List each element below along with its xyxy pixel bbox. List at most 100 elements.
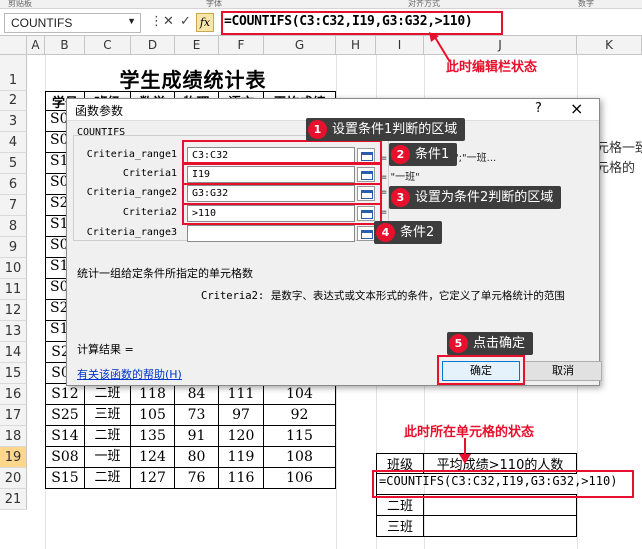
- table-cell[interactable]: 127: [131, 468, 175, 489]
- row-header-18[interactable]: 18: [0, 426, 27, 447]
- table-cell[interactable]: 135: [131, 426, 175, 447]
- table-cell[interactable]: S25: [45, 405, 85, 426]
- callout-5-text: 点击确定: [473, 336, 526, 351]
- row-header-12[interactable]: 12: [0, 300, 27, 321]
- row-header-17[interactable]: 17: [0, 405, 27, 426]
- row-header-6[interactable]: 6: [0, 174, 27, 195]
- table-cell[interactable]: 106: [264, 468, 336, 489]
- row-header-9[interactable]: 9: [0, 237, 27, 258]
- col-header-i[interactable]: I: [376, 36, 424, 55]
- range-select-icon[interactable]: [357, 226, 375, 241]
- callout-4-text: 条件2: [400, 225, 435, 240]
- arg-input[interactable]: [187, 225, 355, 242]
- table-cell[interactable]: 111: [219, 384, 264, 405]
- table-cell[interactable]: 108: [264, 447, 336, 468]
- col-header-e[interactable]: E: [175, 36, 219, 55]
- table-cell[interactable]: 二班: [85, 468, 131, 489]
- row-header-19[interactable]: 19: [0, 447, 27, 468]
- col-header-a[interactable]: A: [27, 36, 45, 55]
- callout-5: 5 点击确定: [447, 332, 534, 355]
- table-cell[interactable]: 115: [264, 426, 336, 447]
- arg-label: Criteria_range1: [86, 149, 177, 160]
- partial-note-line1: 元格一致: [596, 141, 642, 156]
- row-header-14[interactable]: 14: [0, 342, 27, 363]
- table-cell[interactable]: S15: [45, 468, 85, 489]
- table-cell[interactable]: 一班: [85, 447, 131, 468]
- arg-label: Criteria_range3: [86, 227, 177, 238]
- row-header-7[interactable]: 7: [0, 195, 27, 216]
- help-icon[interactable]: ?: [535, 101, 542, 116]
- formula-highlight-box: [221, 11, 503, 35]
- callout-4: 4 条件2: [374, 221, 443, 244]
- table-cell[interactable]: 92: [264, 405, 336, 426]
- table-cell[interactable]: 120: [219, 426, 264, 447]
- table-cell[interactable]: 119: [219, 447, 264, 468]
- more-icon: ⋮: [150, 14, 163, 29]
- col-header-g[interactable]: G: [264, 36, 336, 55]
- function-description: 统计一组给定条件所指定的单元格数: [77, 267, 253, 280]
- table-cell[interactable]: 118: [131, 384, 175, 405]
- summary-class-2[interactable]: 二班: [376, 495, 424, 516]
- row-header-10[interactable]: 10: [0, 258, 27, 279]
- table-cell[interactable]: 二班: [85, 426, 131, 447]
- ribbon-number-label: 数字: [578, 0, 594, 8]
- cancel-button[interactable]: 取消: [524, 361, 602, 381]
- callout-2-text: 条件1: [415, 147, 450, 162]
- table-cell[interactable]: 124: [131, 447, 175, 468]
- row-header-3[interactable]: 3: [0, 111, 27, 132]
- callout-1: 1 设置条件1判断的区域: [306, 118, 466, 141]
- col-header-f[interactable]: F: [219, 36, 264, 55]
- chevron-down-icon[interactable]: ▼: [127, 16, 136, 26]
- param-text: 是数字、表达式或文本形式的条件，它定义了单元格统计的范围: [270, 290, 565, 302]
- table-cell[interactable]: 84: [175, 384, 219, 405]
- col-header-b[interactable]: B: [45, 36, 85, 55]
- arg-label: Criteria1: [122, 168, 177, 179]
- table-cell[interactable]: 104: [264, 384, 336, 405]
- name-box[interactable]: COUNTIFS ▼: [4, 13, 141, 33]
- table-cell[interactable]: 76: [175, 468, 219, 489]
- row-header-4[interactable]: 4: [0, 132, 27, 153]
- table-cell[interactable]: 105: [131, 405, 175, 426]
- insert-function-button[interactable]: fx: [196, 13, 214, 32]
- step-2-badge: 2: [391, 145, 410, 164]
- confirm-icon[interactable]: ✓: [180, 14, 191, 29]
- row-header-16[interactable]: 16: [0, 384, 27, 405]
- table-cell[interactable]: 三班: [85, 405, 131, 426]
- table-cell[interactable]: S08: [45, 447, 85, 468]
- cancel-icon[interactable]: ✕: [163, 14, 174, 29]
- table-cell[interactable]: S14: [45, 426, 85, 447]
- row-header-15[interactable]: 15: [0, 363, 27, 384]
- col-header-d[interactable]: D: [131, 36, 175, 55]
- summary-count-3[interactable]: [424, 516, 577, 537]
- row-header-1[interactable]: 1: [0, 55, 27, 91]
- row-header-2[interactable]: 2: [0, 91, 27, 111]
- row-header-8[interactable]: 8: [0, 216, 27, 237]
- formula-state-annotation: 此时编辑栏状态: [446, 60, 538, 75]
- table-cell[interactable]: 80: [175, 447, 219, 468]
- row-header-13[interactable]: 13: [0, 321, 27, 342]
- table-cell[interactable]: 97: [219, 405, 264, 426]
- arrow-icon: [459, 438, 471, 464]
- step-1-badge: 1: [308, 120, 327, 139]
- summary-class-3[interactable]: 三班: [376, 516, 424, 537]
- summary-count-2[interactable]: [424, 495, 577, 516]
- col-header-k[interactable]: K: [577, 36, 642, 55]
- select-all-corner[interactable]: [0, 36, 27, 55]
- close-icon[interactable]: ×: [570, 99, 583, 118]
- dialog-title: 函数参数: [75, 104, 124, 118]
- ribbon-group-labels: 剪贴板 字体 对齐方式 数字: [0, 0, 642, 9]
- table-cell[interactable]: 91: [175, 426, 219, 447]
- arrow-icon: [429, 32, 451, 63]
- table-cell[interactable]: 二班: [85, 384, 131, 405]
- row-header-5[interactable]: 5: [0, 153, 27, 174]
- table-cell[interactable]: S12: [45, 384, 85, 405]
- col-header-h[interactable]: H: [336, 36, 376, 55]
- table-cell[interactable]: 116: [219, 468, 264, 489]
- row-header-11[interactable]: 11: [0, 279, 27, 300]
- table-cell[interactable]: 73: [175, 405, 219, 426]
- col-header-c[interactable]: C: [85, 36, 131, 55]
- help-link[interactable]: 有关该函数的帮助(H): [77, 366, 182, 382]
- cell-highlight-box: [372, 470, 634, 498]
- row-header-20[interactable]: 20: [0, 468, 27, 489]
- row-header-21[interactable]: 21: [0, 489, 27, 510]
